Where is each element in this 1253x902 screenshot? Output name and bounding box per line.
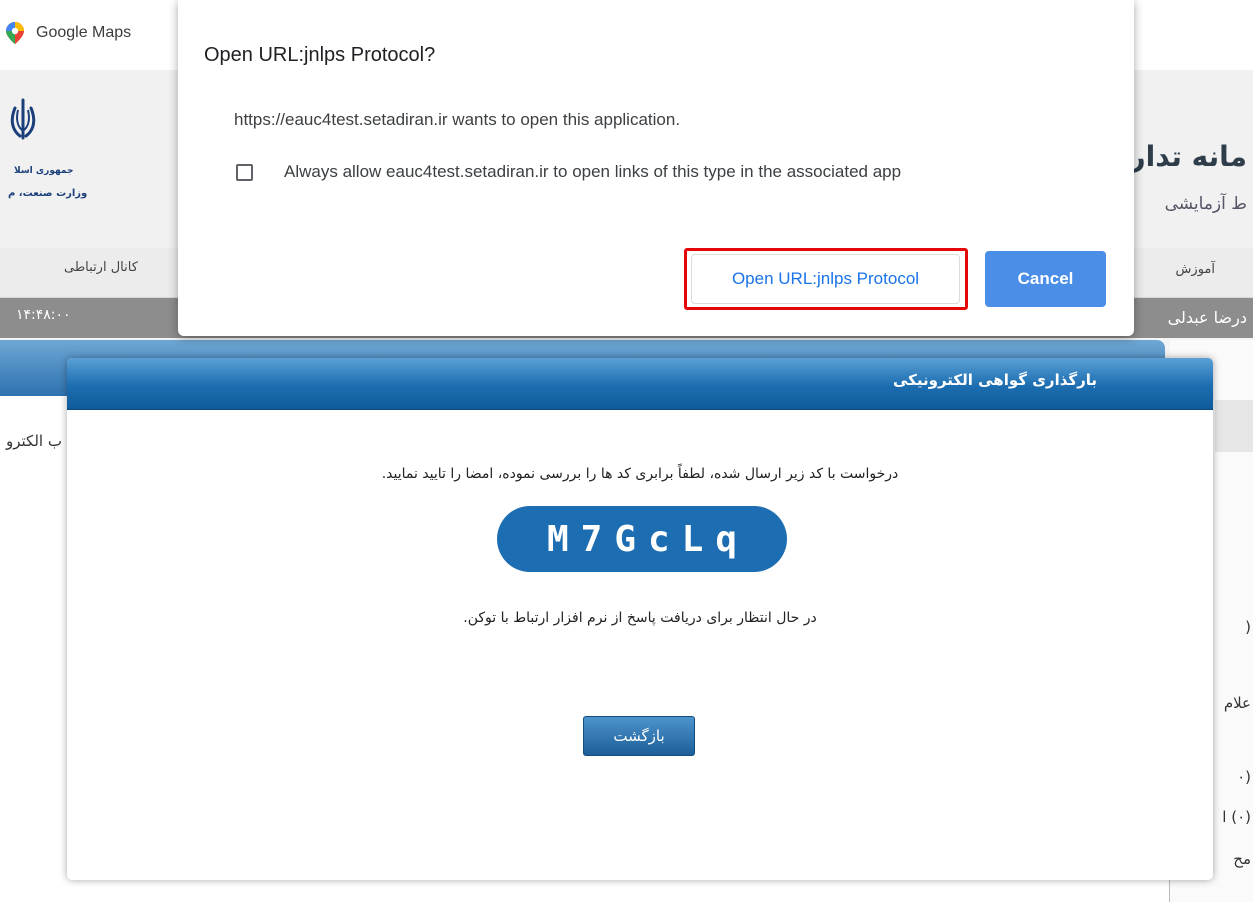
modal-title: بارگذاری گواهی الکترونیکی xyxy=(892,371,1097,389)
brand-subtitle: ط آزمایشی xyxy=(1164,194,1247,214)
side-panel-strip xyxy=(1215,400,1253,452)
clock-display: ۱۴:۴۸:۰۰ xyxy=(16,307,71,323)
user-name: درضا عبدلی xyxy=(1167,308,1247,327)
side-fragment: (۰) ا xyxy=(1222,808,1251,826)
modal-title-bar: بارگذاری گواهی الکترونیکی xyxy=(67,358,1213,410)
nav-item-contact-channel[interactable]: کانال ارتباطی xyxy=(64,260,138,275)
open-protocol-button[interactable]: Open URL:jnlps Protocol xyxy=(691,254,960,304)
iran-emblem-icon xyxy=(10,98,36,140)
certificate-upload-modal: بارگذاری گواهی الکترونیکی درخواست با کد … xyxy=(67,358,1213,880)
cancel-button[interactable]: Cancel xyxy=(985,251,1106,307)
back-button[interactable]: بازگشت xyxy=(583,716,695,756)
nav-item-training[interactable]: آموزش xyxy=(1176,262,1215,277)
always-allow-checkbox[interactable] xyxy=(236,164,253,181)
side-fragment: ( xyxy=(1245,618,1251,636)
bookmark-label: Google Maps xyxy=(36,24,132,41)
dialog-message: https://eauc4test.setadiran.ir wants to … xyxy=(234,110,681,129)
brand-title: مانه تدار xyxy=(1129,140,1248,173)
emblem-text-2: وزارت صنعت، م xyxy=(8,188,88,199)
dialog-title: Open URL:jnlps Protocol? xyxy=(204,44,436,66)
emblem-text-1: جمهوری اسلا xyxy=(14,166,74,176)
maps-pin-icon xyxy=(6,22,24,44)
side-fragment: مح xyxy=(1233,850,1251,868)
side-fragment: علام xyxy=(1223,694,1251,712)
modal-instruction-text: درخواست با کد زیر ارسال شده، لطفاً برابر… xyxy=(381,466,899,482)
background-fragment-text: ب الکترو xyxy=(6,432,62,450)
verification-code: M7GcLq xyxy=(497,506,787,572)
always-allow-label[interactable]: Always allow eauc4test.setadiran.ir to o… xyxy=(284,162,901,182)
side-fragment: (۰ xyxy=(1237,768,1251,786)
bookmark-google-maps[interactable]: Google Maps xyxy=(6,22,131,44)
open-protocol-dialog: Open URL:jnlps Protocol? https://eauc4te… xyxy=(178,0,1134,336)
waiting-status-text: در حال انتظار برای دریافت پاسخ از نرم اف… xyxy=(463,610,817,626)
